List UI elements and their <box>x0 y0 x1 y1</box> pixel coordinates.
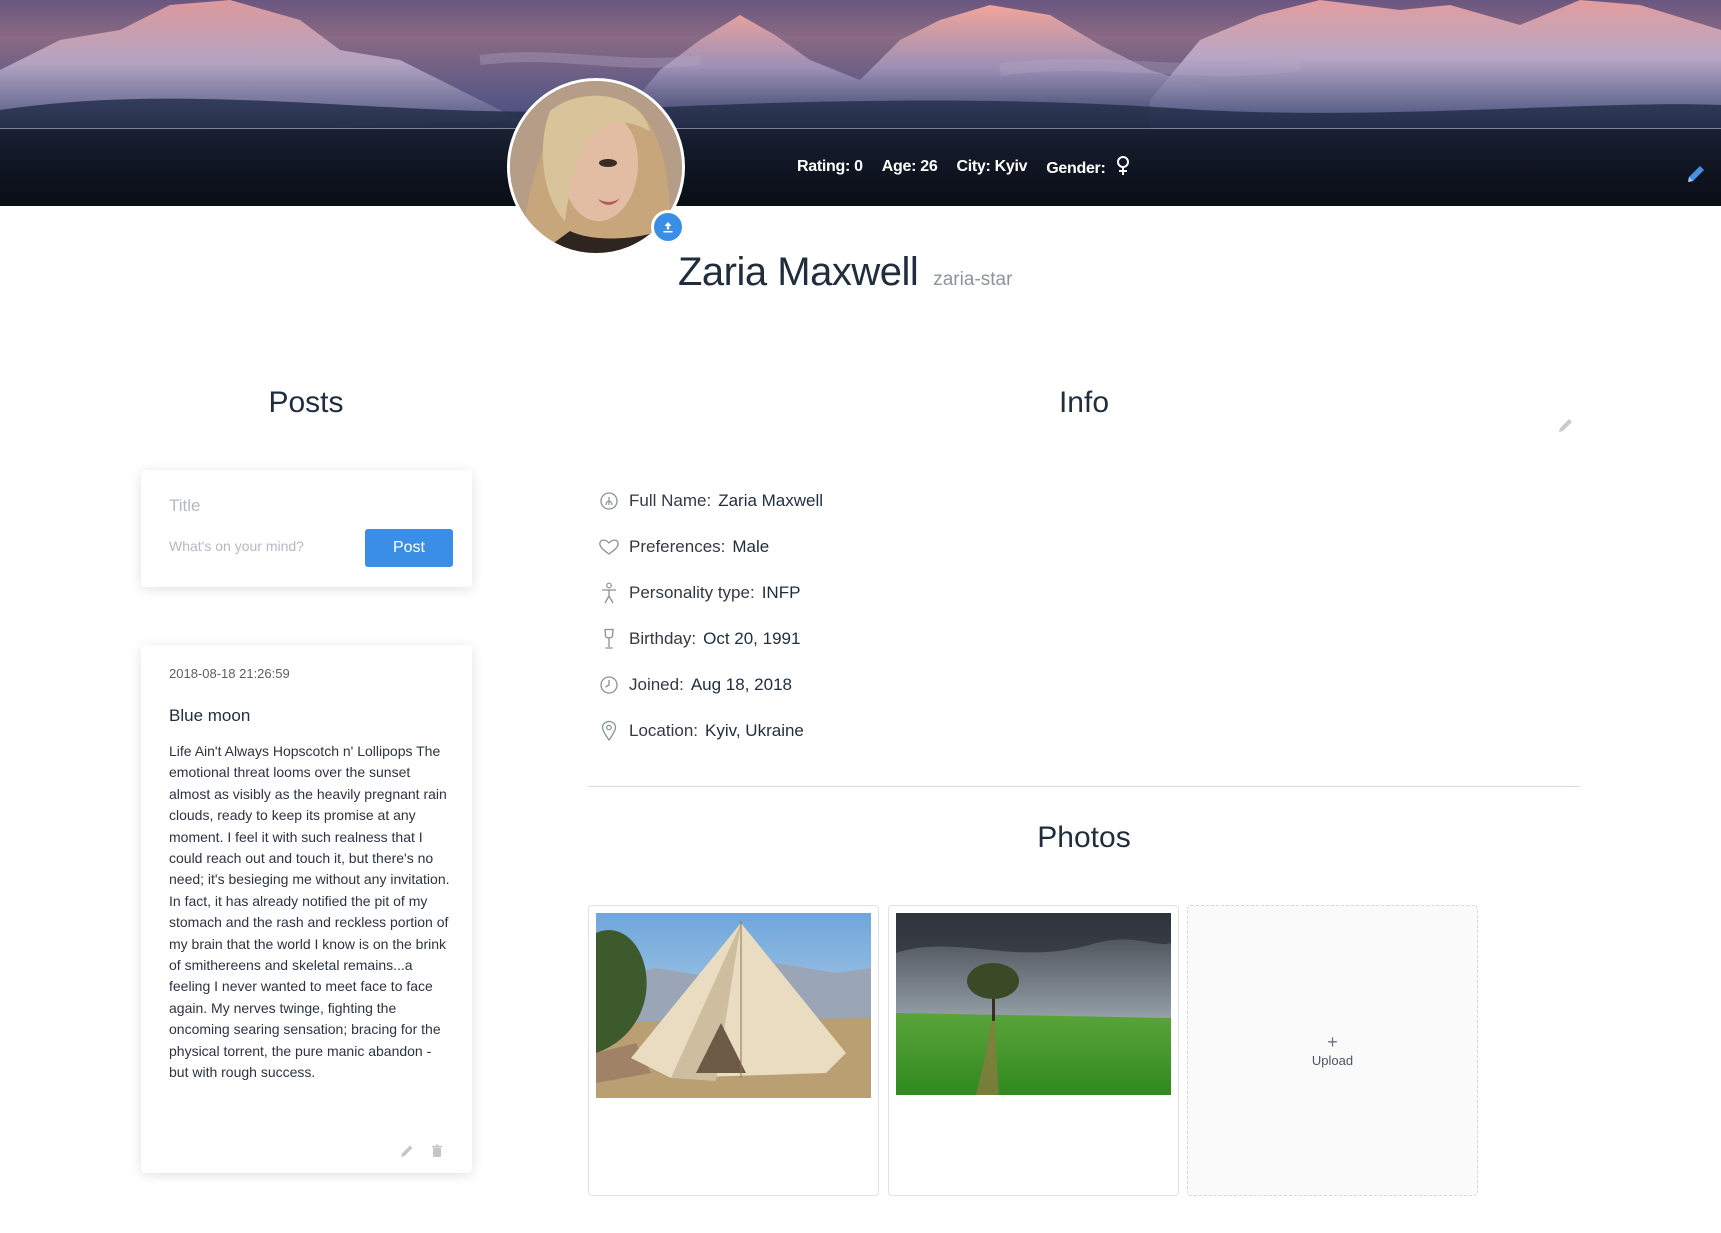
post-button[interactable]: Post <box>365 529 453 567</box>
upload-icon <box>663 222 673 233</box>
info-value: Aug 18, 2018 <box>690 675 792 694</box>
upload-photo-button[interactable]: + Upload <box>1187 905 1478 1196</box>
plus-icon: + <box>1327 1032 1338 1052</box>
photo-field <box>896 913 1171 1095</box>
info-row-birthday: Birthday: Oct 20, 1991 <box>597 616 823 662</box>
info-label: Full Name: <box>629 491 712 510</box>
info-heading: Info <box>1058 386 1110 419</box>
info-row-location: Location: Kyiv, Ukraine <box>597 708 823 754</box>
photos-heading: Photos <box>1037 821 1131 854</box>
info-value: Oct 20, 1991 <box>703 629 801 648</box>
info-row-full-name: Full Name: Zaria Maxwell <box>597 478 823 524</box>
post-text-input[interactable] <box>169 538 349 554</box>
info-label: Joined: <box>629 675 684 694</box>
post-card: 2018-08-18 21:26:59 Blue moon Life Ain't… <box>141 645 472 1173</box>
photo-tent <box>596 913 871 1098</box>
upload-avatar-button[interactable] <box>651 210 685 244</box>
heart-icon <box>597 536 621 558</box>
posts-heading: Posts <box>268 386 344 419</box>
pencil-icon <box>401 1145 413 1157</box>
edit-info-button[interactable] <box>1557 416 1575 434</box>
profile-stats: Rating: 0 Age: 26 City: Kyiv Gender: <box>797 156 1130 178</box>
clock-icon <box>597 674 621 696</box>
post-title-input[interactable] <box>169 496 369 516</box>
info-row-preferences: Preferences: Male <box>597 524 823 570</box>
gender-label: Gender: <box>1046 160 1106 177</box>
info-value: Kyiv, Ukraine <box>705 721 804 740</box>
wine-glass-icon <box>597 628 621 650</box>
pencil-icon <box>1688 166 1704 182</box>
info-value: INFP <box>761 583 801 602</box>
post-body: Life Ain't Always Hopscotch n' Lollipops… <box>169 743 450 1081</box>
rating-stat: Rating: 0 <box>797 158 863 175</box>
location-pin-icon <box>597 720 621 742</box>
female-symbol-icon <box>1116 156 1129 175</box>
delete-post-button[interactable] <box>429 1143 445 1159</box>
upload-label: Upload <box>1311 1053 1354 1068</box>
pencil-icon <box>1559 419 1572 432</box>
person-icon <box>597 582 621 604</box>
info-label: Birthday: <box>629 629 697 648</box>
photo-card[interactable] <box>588 905 879 1196</box>
post-title: Blue moon <box>169 706 251 725</box>
info-value: Zaria Maxwell <box>718 491 824 510</box>
fingerprint-icon <box>597 490 621 512</box>
info-label: Location: <box>629 721 698 740</box>
trash-icon <box>432 1144 442 1157</box>
user-full-name: Zaria Maxwell <box>678 250 919 294</box>
age-stat: Age: 26 <box>881 158 938 175</box>
city-stat: City: Kyiv <box>956 158 1028 175</box>
edit-post-button[interactable] <box>399 1143 415 1159</box>
info-list: Full Name: Zaria Maxwell Preferences: Ma… <box>597 478 823 754</box>
info-row-personality: Personality type: INFP <box>597 570 823 616</box>
profile-name-row: Zaria Maxwell zaria-star <box>678 250 1012 295</box>
new-post-form: Post <box>141 470 472 587</box>
section-divider <box>588 786 1580 787</box>
photo-card[interactable] <box>888 905 1179 1196</box>
info-label: Preferences: <box>629 537 726 556</box>
info-row-joined: Joined: Aug 18, 2018 <box>597 662 823 708</box>
info-value: Male <box>732 537 770 556</box>
user-handle: zaria-star <box>933 269 1013 290</box>
gender-stat: Gender: <box>1046 156 1129 178</box>
info-label: Personality type: <box>629 583 755 602</box>
post-actions <box>399 1143 445 1159</box>
post-date: 2018-08-18 21:26:59 <box>169 666 290 681</box>
edit-cover-button[interactable] <box>1684 162 1708 186</box>
